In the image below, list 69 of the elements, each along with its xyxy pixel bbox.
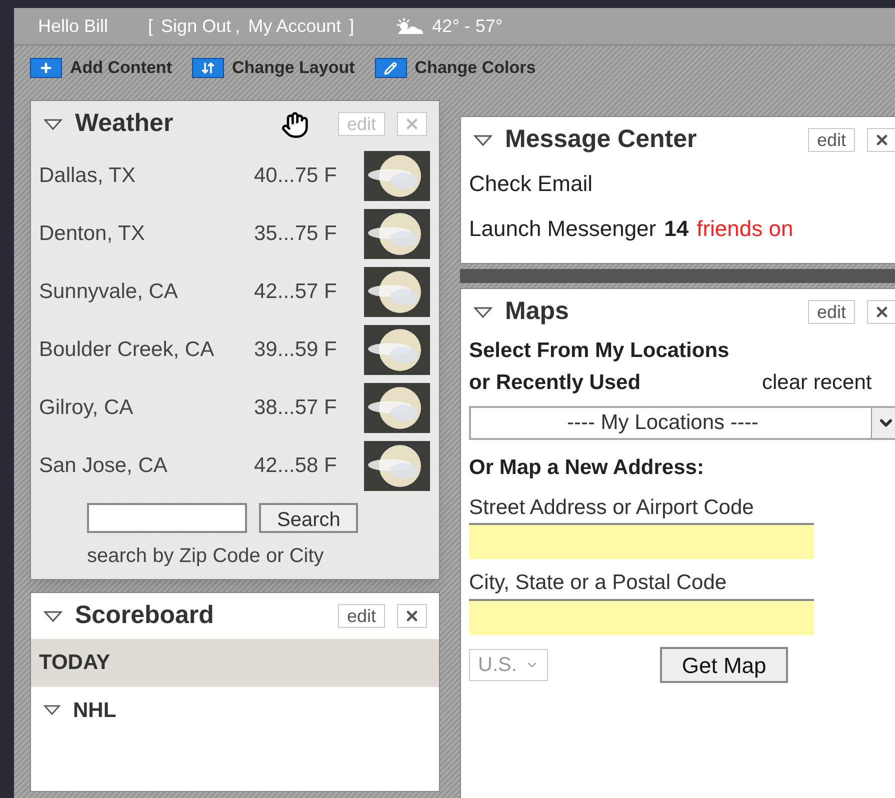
- search-field[interactable]: [87, 503, 247, 533]
- close-button[interactable]: [397, 604, 427, 628]
- close-button[interactable]: [867, 300, 895, 324]
- panel-title: Message Center: [505, 124, 697, 156]
- forecast-temperature: 42° - 57°: [432, 14, 503, 38]
- temperature-range: 38...57 F: [254, 395, 338, 422]
- sun-cloud-icon: [394, 17, 424, 36]
- collapse-triangle-icon[interactable]: [473, 134, 493, 146]
- toolbar-button[interactable]: Add Content: [30, 55, 172, 81]
- panel-title: Maps: [505, 296, 569, 328]
- bracket: ]: [349, 14, 354, 38]
- city-name: Sunnyvale, CA: [39, 279, 179, 306]
- collapse-triangle-icon[interactable]: [473, 306, 493, 318]
- clear-recent-link[interactable]: clear recent: [762, 366, 872, 398]
- close-icon: [404, 608, 420, 624]
- search-hint: search by Zip Code or City: [86, 544, 325, 569]
- hand-cursor-icon: [281, 111, 309, 139]
- collapse-triangle-icon[interactable]: [43, 118, 63, 130]
- toolbar-button[interactable]: Change Colors: [374, 55, 536, 81]
- league-name: NHL: [73, 698, 116, 724]
- city-name: San Jose, CA: [39, 453, 168, 480]
- collapse-triangle-icon[interactable]: [43, 704, 61, 716]
- close-icon: [874, 132, 890, 148]
- pencil-icon[interactable]: [374, 58, 407, 78]
- city-name: Gilroy, CA: [39, 395, 134, 422]
- address-field[interactable]: [469, 598, 814, 634]
- bracket: [: [148, 14, 154, 38]
- search-button[interactable]: Search: [259, 503, 358, 533]
- temperature-range: 42...57 F: [254, 279, 338, 306]
- close-icon: [404, 116, 420, 132]
- greeting: Hello Bill: [38, 14, 108, 38]
- city-name: Denton, TX: [39, 221, 146, 248]
- edit-button[interactable]: edit: [338, 604, 385, 628]
- close-icon: [874, 304, 890, 320]
- cloudy-moon-icon: [364, 383, 430, 433]
- arrows-icon[interactable]: [192, 58, 224, 78]
- locations-select[interactable]: ---- My Locations ----: [469, 406, 895, 440]
- cloudy-moon-icon: [364, 267, 430, 317]
- temperature-range: 35...75 F: [254, 221, 338, 248]
- new-address-heading: Or Map a New Address:: [468, 455, 705, 481]
- friends-status: friends on: [696, 215, 794, 243]
- plus-icon[interactable]: [30, 58, 62, 78]
- cloudy-moon-icon: [364, 325, 430, 375]
- locations-label: Select From My Locations or Recently Used: [469, 338, 730, 396]
- field-label: Street Address or Airport Code: [469, 494, 755, 520]
- messenger-link[interactable]: Launch Messenger: [469, 212, 656, 245]
- temperature-range: 42...58 F: [254, 453, 338, 480]
- check-email-link[interactable]: Check Email: [461, 163, 895, 204]
- close-button[interactable]: [867, 128, 895, 152]
- cloudy-moon-icon: [364, 441, 430, 491]
- city-name: Dallas, TX: [39, 163, 136, 190]
- temperature-range: 39...59 F: [254, 337, 338, 364]
- cloudy-moon-icon: [364, 209, 430, 259]
- city-name: Boulder Creek, CA: [39, 337, 216, 364]
- separator: ,: [235, 14, 240, 38]
- friends-count: 14: [664, 215, 689, 243]
- date-heading: TODAY: [31, 639, 439, 686]
- field-label: City, State or a Postal Code: [469, 570, 728, 596]
- edit-button[interactable]: edit: [808, 128, 855, 152]
- cloudy-moon-icon: [364, 151, 430, 201]
- get-map-button[interactable]: Get Map: [660, 646, 788, 682]
- temperature-range: 40...75 F: [254, 163, 338, 190]
- address-field[interactable]: [469, 523, 814, 559]
- panel-title: Scoreboard: [75, 600, 214, 632]
- weather-panel[interactable]: Weather edit Dallas, TX 40...75 F Denton, TX 35...75 F Sunnyvale, CA 42...57 F Boulder Creek, CA 39...59 F Gilroy, CA 38...57 F San Jose, CA 42...58 F Search search by Zip Code or City: [30, 100, 440, 580]
- toolbar-button[interactable]: Change Layout: [192, 55, 355, 81]
- edit-button[interactable]: edit: [808, 300, 855, 324]
- collapse-triangle-icon[interactable]: [43, 610, 63, 622]
- panel-title: Weather: [75, 108, 174, 140]
